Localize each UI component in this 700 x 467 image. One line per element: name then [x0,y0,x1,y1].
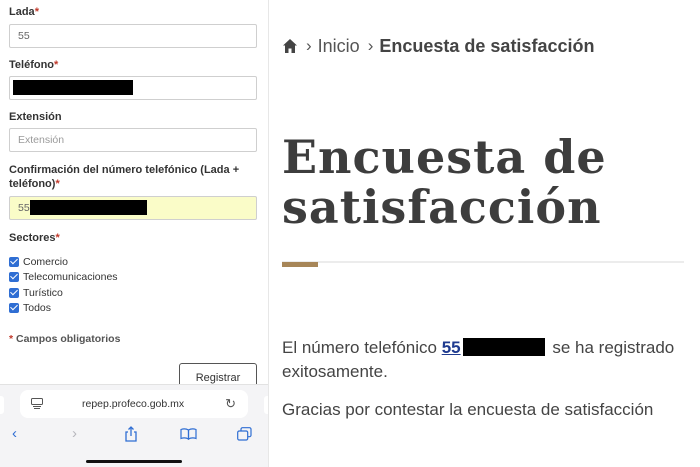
browser-toolbar: ‹ › [0,423,268,445]
reload-icon[interactable]: ↻ [225,396,236,412]
sector-checkbox-turistico[interactable]: Turístico [9,286,63,300]
thanks-message: Gracias por contestar la encuesta de sat… [282,400,654,419]
checkbox-checked-icon[interactable] [9,272,19,282]
address-bar[interactable]: repep.profeco.gob.mx ↻ [20,390,248,418]
sector-checkbox-todos[interactable]: Todos [9,301,51,315]
forward-icon[interactable]: › [72,425,77,443]
extension-input[interactable]: Extensión [9,128,257,152]
share-icon[interactable] [124,426,138,442]
tabs-icon[interactable] [237,427,252,441]
reader-icon[interactable] [31,398,43,409]
breadcrumb-current: Encuesta de satisfacción [379,35,595,56]
previous-tab-edge[interactable] [0,396,4,414]
chevron-right-icon: › [306,36,312,55]
phone-number-link[interactable]: 55 [442,338,461,357]
sectores-label: Sectores* [9,232,60,244]
back-icon[interactable]: ‹ [12,425,17,443]
sector-checkbox-telecomunicaciones[interactable]: Telecomunicaciones [9,270,118,284]
chevron-right-icon: › [367,36,374,55]
redacted-phone [13,80,133,95]
checkbox-checked-icon[interactable] [9,288,19,298]
redacted-number [462,338,545,356]
redacted-phone-confirm [30,200,147,215]
title-divider [282,261,684,263]
web-page-panel: › Inicio › Encuesta de satisfacción Encu… [269,0,700,467]
extension-label: Extensión [9,111,62,123]
checkbox-checked-icon[interactable] [9,257,19,267]
bookmarks-icon[interactable] [180,428,197,440]
lada-label: Lada* [9,6,39,18]
url-text: repep.profeco.gob.mx [82,398,185,410]
home-icon[interactable] [282,38,298,54]
checkbox-checked-icon[interactable] [9,303,19,313]
confirmacion-label: Confirmación del número telefónico (Lada… [9,164,240,190]
browser-chrome: repep.profeco.gob.mx ↻ ‹ › [0,384,268,467]
page-title: Encuesta de satisfacción [282,130,607,234]
required-fields-note: * Campos obligatorios [9,333,121,345]
lada-input[interactable]: 55 [9,24,257,48]
success-message: El número telefónico 55 se ha registrado… [282,338,675,381]
breadcrumb-inicio-link[interactable]: Inicio [318,36,360,57]
title-accent-bar [282,262,318,267]
telefono-label: Teléfono* [9,59,59,71]
mobile-form-panel: Lada* 55 Teléfono* Extensión Extensión C… [0,0,268,467]
breadcrumb: › Inicio › Encuesta de satisfacción [282,35,594,57]
sector-checkbox-comercio[interactable]: Comercio [9,255,68,269]
home-indicator [86,460,182,463]
